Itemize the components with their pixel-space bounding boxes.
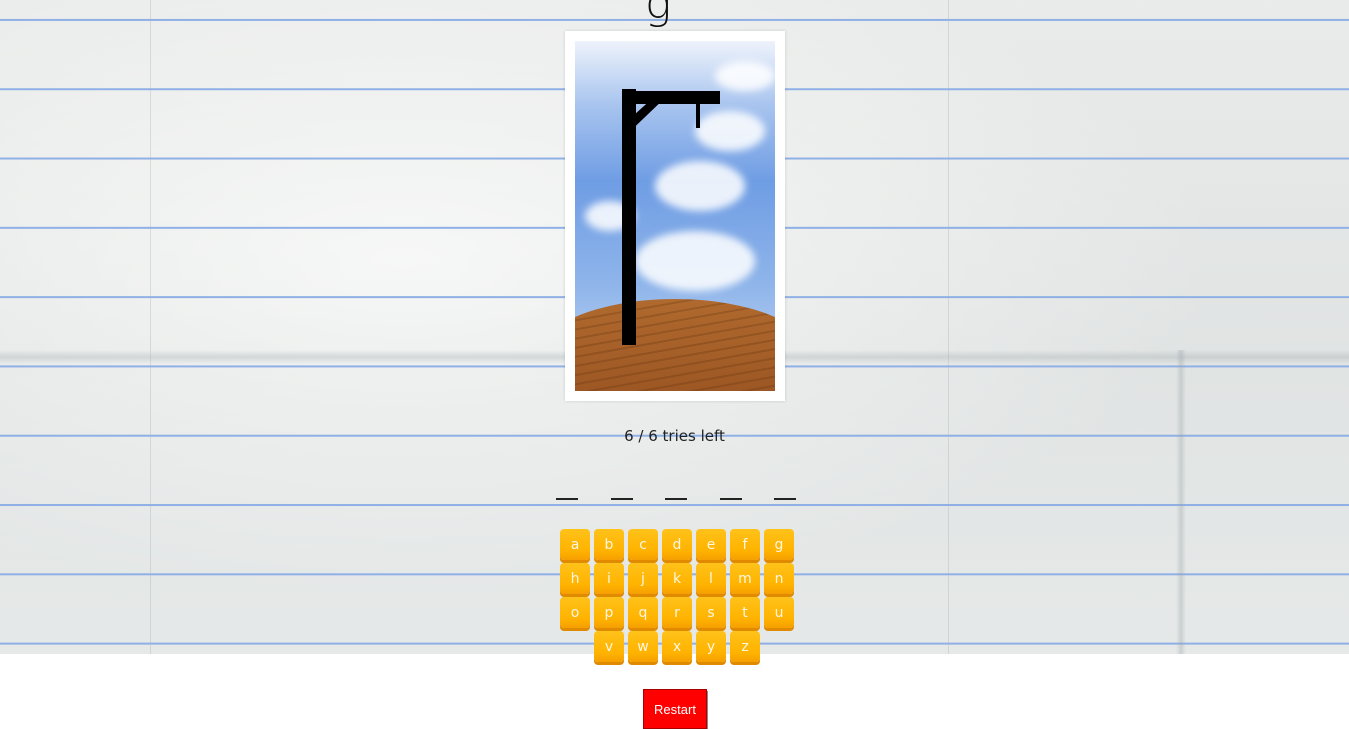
key-p[interactable]: p [594, 597, 624, 628]
key-u[interactable]: u [764, 597, 794, 628]
letter-blank [610, 498, 633, 500]
hangman-scene [575, 41, 775, 391]
restart-button[interactable]: Restart [643, 689, 707, 729]
key-r[interactable]: r [662, 597, 692, 628]
paper-fold-vertical [1176, 350, 1186, 654]
key-a[interactable]: a [560, 529, 590, 560]
key-w[interactable]: w [628, 631, 658, 662]
key-o[interactable]: o [560, 597, 590, 628]
key-v[interactable]: v [594, 631, 624, 662]
key-c[interactable]: c [628, 529, 658, 560]
key-k[interactable]: k [662, 563, 692, 594]
tries-left-text: 6 / 6 tries left [624, 427, 725, 445]
key-t[interactable]: t [730, 597, 760, 628]
letter-keyboard: a b c d e f g h i j k l m n o p q r s t … [557, 529, 797, 665]
key-f[interactable]: f [730, 529, 760, 560]
letter-blank [774, 498, 796, 500]
gallows-icon [622, 89, 720, 345]
key-x[interactable]: x [662, 631, 692, 662]
key-m[interactable]: m [730, 563, 760, 594]
keyboard-row: h i j k l m n [557, 563, 797, 594]
paper-crease [150, 0, 151, 654]
key-n[interactable]: n [764, 563, 794, 594]
key-b[interactable]: b [594, 529, 624, 560]
letter-blank [556, 498, 578, 500]
word-blanks [556, 488, 796, 508]
keyboard-row: a b c d e f g [557, 529, 797, 560]
key-j[interactable]: j [628, 563, 658, 594]
key-l[interactable]: l [696, 563, 726, 594]
key-i[interactable]: i [594, 563, 624, 594]
keyboard-row: o p q r s t u [557, 597, 797, 628]
game-title: g [645, 0, 672, 29]
key-g[interactable]: g [764, 529, 794, 560]
key-y[interactable]: y [696, 631, 726, 662]
key-h[interactable]: h [560, 563, 590, 594]
letter-blank [719, 498, 742, 500]
key-q[interactable]: q [628, 597, 658, 628]
key-e[interactable]: e [696, 529, 726, 560]
key-d[interactable]: d [662, 529, 692, 560]
keyboard-row: v w x y z [557, 631, 797, 662]
paper-crease [948, 0, 949, 654]
key-z[interactable]: z [730, 631, 760, 662]
letter-blank [665, 498, 687, 500]
key-s[interactable]: s [696, 597, 726, 628]
hangman-picture-frame [565, 31, 785, 401]
